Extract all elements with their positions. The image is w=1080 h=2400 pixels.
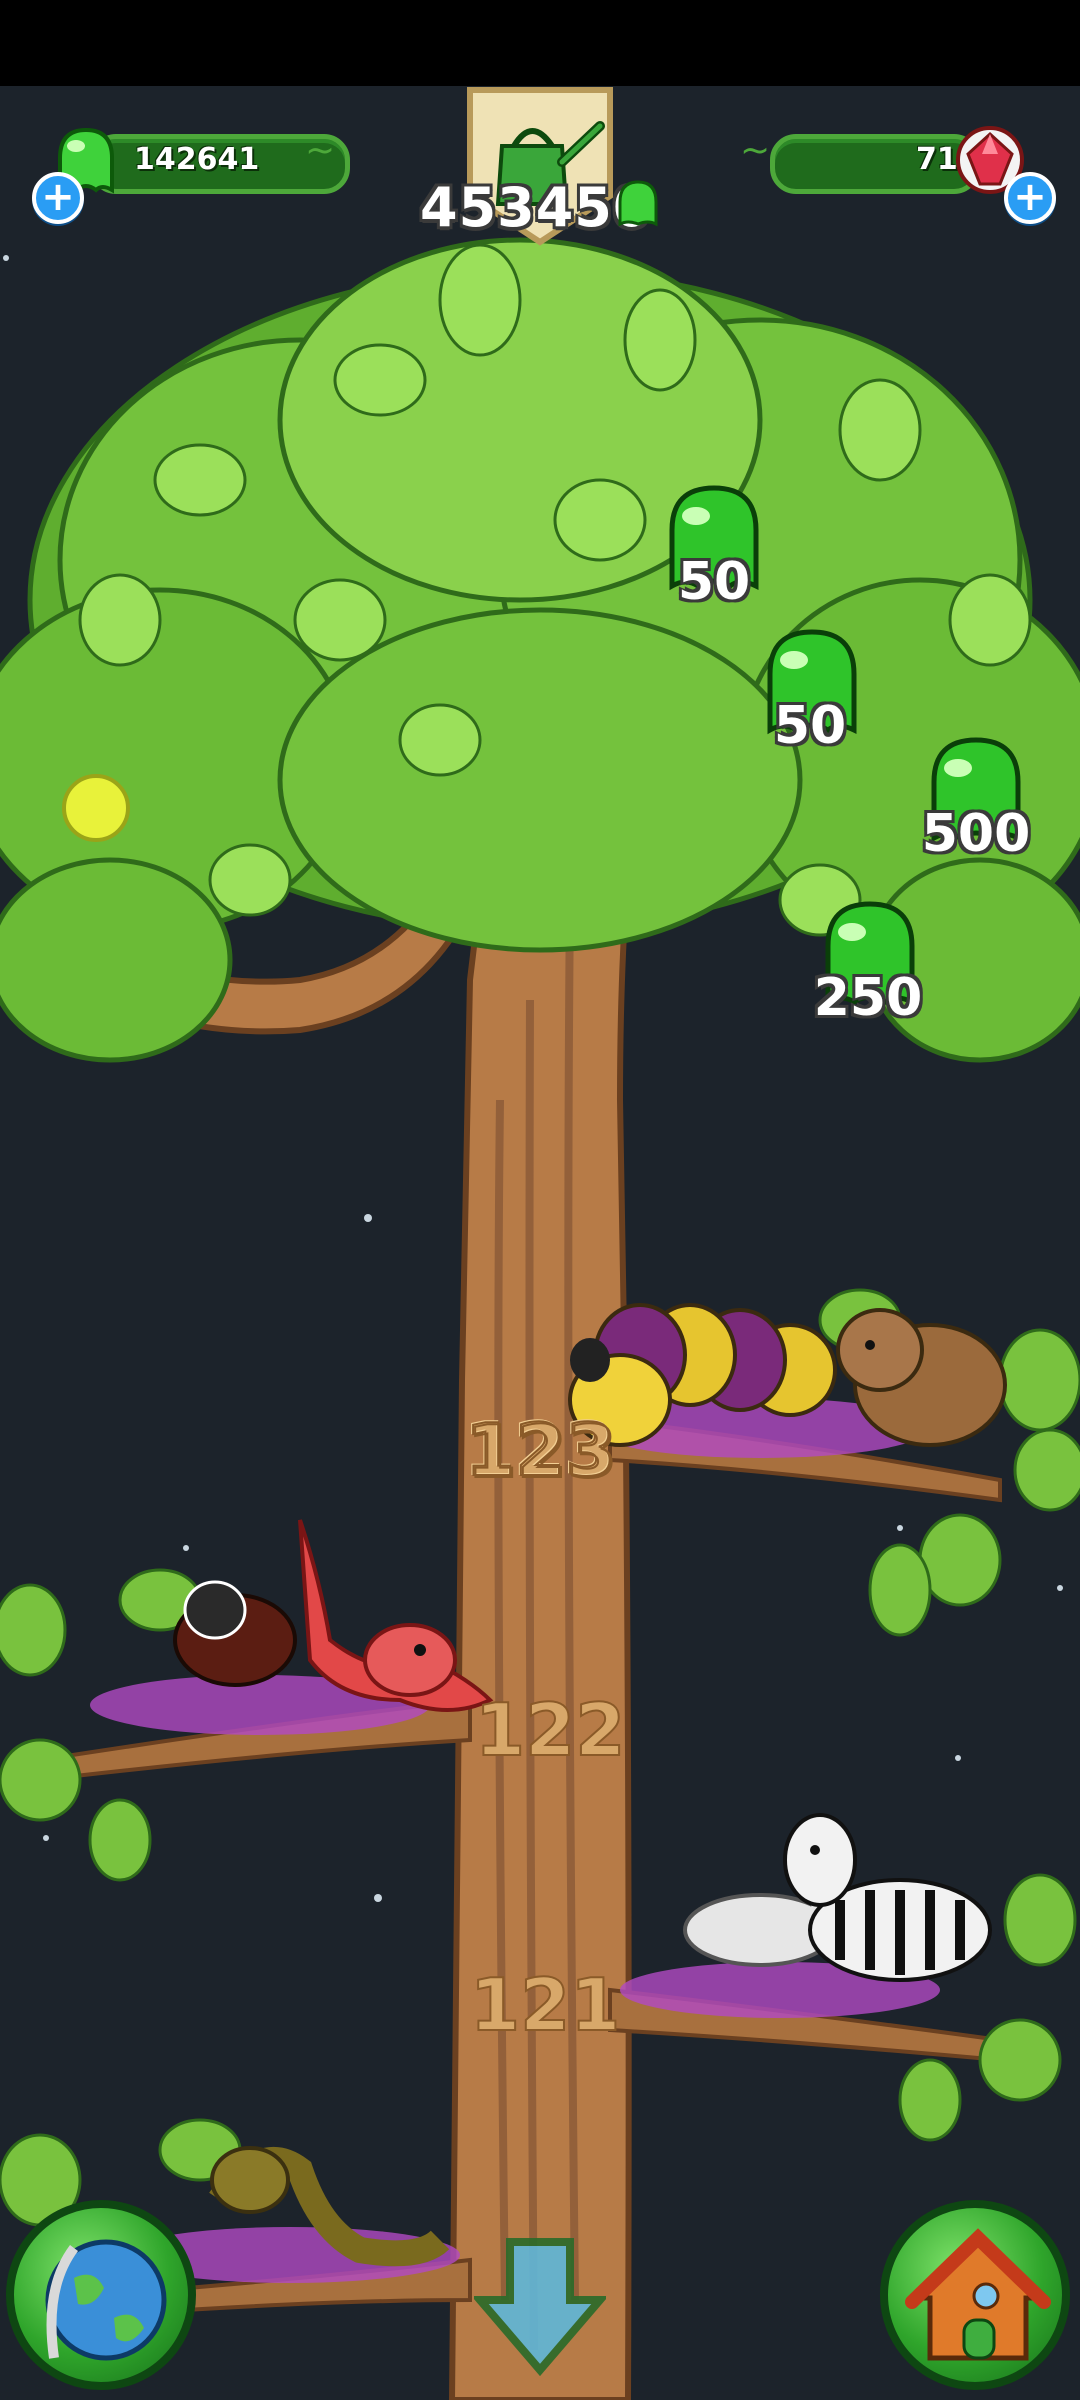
- world-map-button[interactable]: [6, 2200, 196, 2390]
- game-scene: 123 122 121: [0, 237, 1080, 2400]
- scroll-down-button[interactable]: [471, 2236, 609, 2377]
- level-number-122: 122: [475, 1688, 625, 1772]
- level-number-123: 123: [465, 1408, 615, 1492]
- vine-curl-right-icon: ~: [740, 130, 771, 171]
- house-icon: [905, 2228, 1051, 2361]
- globe-icon: [45, 2239, 167, 2361]
- gems-balance: 71: [916, 142, 958, 177]
- level-number-121: 121: [470, 1963, 620, 2047]
- slime-drop-4-value: 250: [813, 968, 923, 1028]
- slime-drop-1-value: 50: [677, 552, 751, 612]
- add-slime-button[interactable]: +: [32, 172, 84, 224]
- golden-fruit: [62, 774, 130, 842]
- down-arrow-icon: [471, 2238, 609, 2377]
- vine-curl-icon: ~: [305, 130, 336, 171]
- slime-drop-3-value: 500: [921, 804, 1031, 864]
- small-slime-icon: [616, 178, 660, 228]
- slime-drop-2-value: 50: [773, 696, 847, 756]
- home-button[interactable]: [880, 2200, 1070, 2390]
- slime-balance: 142641: [134, 142, 260, 177]
- moth-creature: [173, 1580, 297, 1687]
- add-gems-button[interactable]: +: [1004, 172, 1056, 224]
